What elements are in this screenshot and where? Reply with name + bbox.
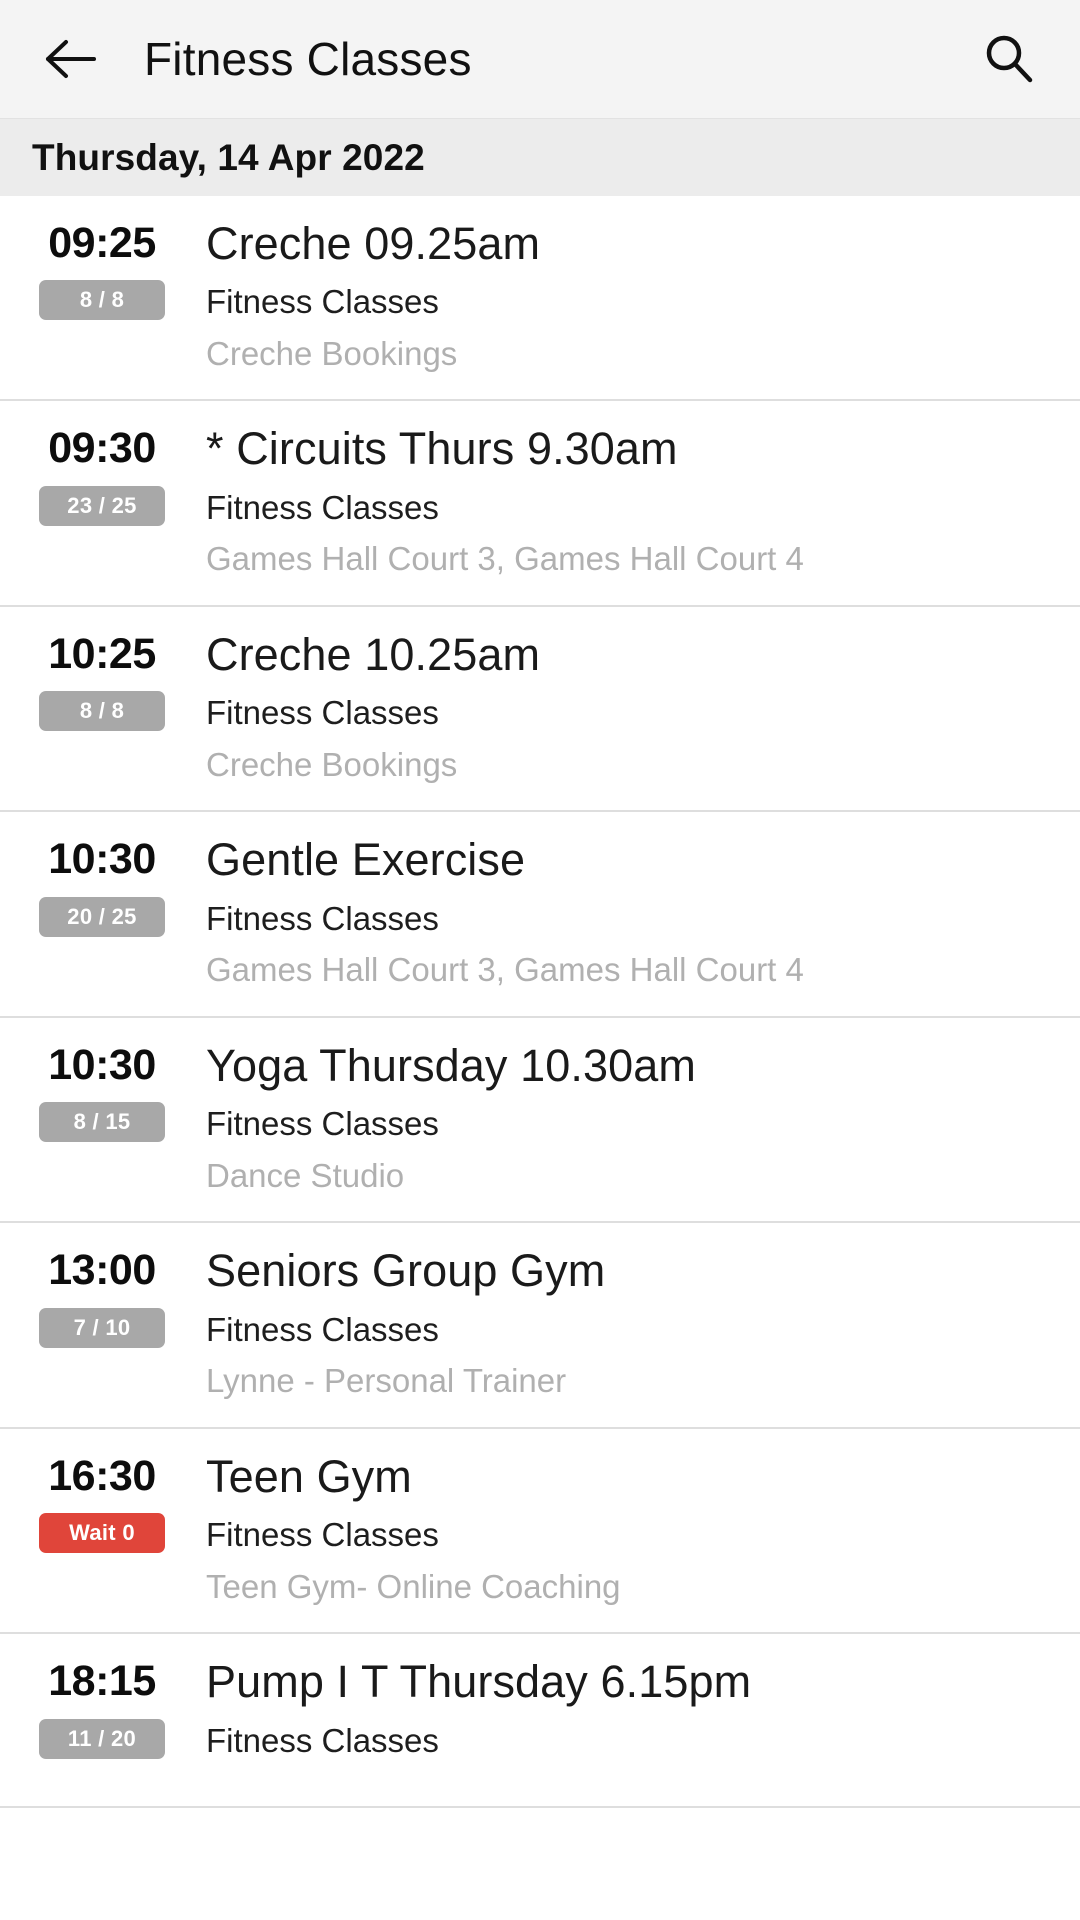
class-category: Fitness Classes [206,283,439,321]
class-time-column: 10:25 8 / 8 [28,629,176,784]
class-list-item[interactable]: 18:15 11 / 20 Pump I T Thursday 6.15pm Fitn… [0,1634,1080,1809]
class-name: * Circuits Thurs 9.30am [206,423,678,475]
date-label: Thursday, 14 Apr 2022 [32,136,425,178]
class-capacity-badge: 8 / 8 [39,280,165,321]
class-capacity-badge: 11 / 20 [39,1718,165,1759]
class-category: Fitness Classes [206,1310,439,1348]
class-location: Lynne - Personal Trainer [206,1362,567,1400]
class-location: Creche Bookings [206,745,458,783]
class-time: 10:25 [48,629,156,678]
back-button[interactable] [34,22,108,96]
class-capacity-badge: 23 / 25 [39,485,165,526]
class-time: 13:00 [48,1246,156,1295]
class-list-item[interactable]: 10:25 8 / 8 Creche 10.25am Fitness Classes C… [0,606,1080,813]
class-list: 09:25 8 / 8 Creche 09.25am Fitness Classes C… [0,196,1080,1809]
page-title: Fitness Classes [144,33,472,85]
search-button[interactable] [972,22,1046,96]
class-details-column: Creche 10.25am Fitness Classes Creche Book… [176,629,1052,784]
class-time-column: 18:15 11 / 20 [28,1656,176,1780]
class-category: Fitness Classes [206,1721,439,1759]
class-location: Creche Bookings [206,334,458,372]
class-name: Creche 10.25am [206,628,541,680]
class-time-column: 09:30 23 / 25 [28,423,176,578]
class-details-column: Seniors Group Gym Fitness Classes Lynne - … [176,1245,1052,1400]
class-list-item[interactable]: 16:30 Wait 0 Teen Gym Fitness Classes Teen G… [0,1428,1080,1635]
class-list-item[interactable]: 10:30 8 / 15 Yoga Thursday 10.30am Fitness … [0,1017,1080,1224]
class-name: Yoga Thursday 10.30am [206,1039,696,1091]
class-list-item[interactable]: 09:25 8 / 8 Creche 09.25am Fitness Classes C… [0,196,1080,402]
class-details-column: Gentle Exercise Fitness Classes Games Hall… [176,834,1052,989]
class-category: Fitness Classes [206,488,439,526]
class-details-column: Teen Gym Fitness Classes Teen Gym- Online … [176,1451,1052,1606]
class-time: 10:30 [48,1040,156,1089]
class-location: Games Hall Court 3, Games Hall Court 4 [206,540,804,578]
class-time: 09:25 [48,219,156,267]
class-time-column: 09:25 8 / 8 [28,218,176,373]
class-capacity-badge: 7 / 10 [39,1307,165,1348]
class-time-column: 10:30 20 / 25 [28,834,176,989]
class-name: Gentle Exercise [206,834,526,886]
class-list-item[interactable]: 13:00 7 / 10 Seniors Group Gym Fitness Clas… [0,1223,1080,1429]
class-location: Teen Gym- Online Coaching [206,1567,621,1605]
class-list-item[interactable]: 09:30 23 / 25 * Circuits Thurs 9.30am Fitne… [0,401,1080,607]
class-category: Fitness Classes [206,694,439,732]
class-capacity-badge: 20 / 25 [39,896,165,937]
class-location: Dance Studio [206,1156,405,1194]
class-details-column: Yoga Thursday 10.30am Fitness Classes Danc… [176,1040,1052,1195]
arrow-left-icon [44,37,98,81]
class-category: Fitness Classes [206,899,439,937]
class-time: 09:30 [48,424,156,473]
class-waitlist-badge: Wait 0 [39,1513,165,1554]
class-name: Teen Gym [206,1450,412,1502]
class-time: 16:30 [48,1451,156,1500]
class-time-column: 13:00 7 / 10 [28,1245,176,1400]
class-time-column: 16:30 Wait 0 [28,1451,176,1606]
class-capacity-badge: 8 / 15 [39,1102,165,1143]
class-location: Games Hall Court 3, Games Hall Court 4 [206,951,804,989]
class-category: Fitness Classes [206,1516,439,1554]
class-time: 10:30 [48,835,156,884]
class-name: Pump I T Thursday 6.15pm [206,1656,752,1708]
class-capacity-badge: 8 / 8 [39,691,165,732]
class-name: Seniors Group Gym [206,1245,606,1297]
class-name: Creche 09.25am [206,218,541,269]
class-list-item[interactable]: 10:30 20 / 25 Gentle Exercise Fitness Class… [0,812,1080,1018]
class-time: 18:15 [48,1657,156,1706]
class-details-column: * Circuits Thurs 9.30am Fitness Classes Ga… [176,423,1052,578]
search-icon [981,31,1037,87]
class-time-column: 10:30 8 / 15 [28,1040,176,1195]
class-details-column: Pump I T Thursday 6.15pm Fitness Classes [176,1656,1052,1780]
date-section-header: Thursday, 14 Apr 2022 [0,118,1080,196]
class-details-column: Creche 09.25am Fitness Classes Creche Book… [176,218,1052,373]
class-category: Fitness Classes [206,1105,439,1143]
app-bar: Fitness Classes [0,0,1080,118]
